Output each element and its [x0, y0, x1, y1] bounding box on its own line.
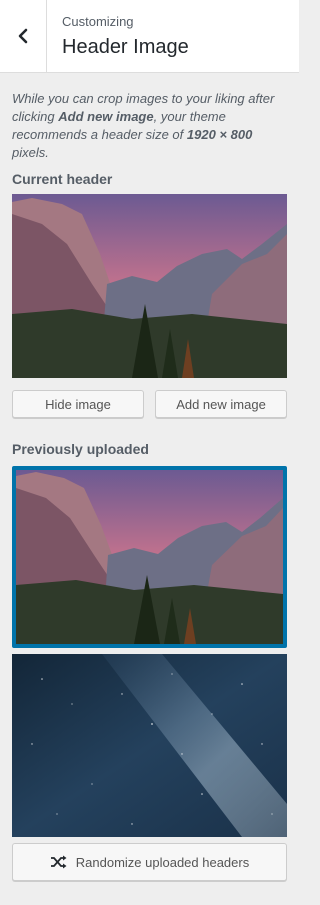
- description-emphasis: Add new image: [58, 109, 154, 124]
- breadcrumb: Customizing: [62, 14, 134, 29]
- recommended-size: 1920 × 800: [186, 127, 253, 142]
- uploaded-header-thumbnail[interactable]: [12, 654, 287, 837]
- description-text: pixels.: [12, 145, 49, 160]
- yosemite-thumbnail-image: [16, 470, 283, 644]
- current-header-image: [12, 194, 287, 378]
- customizer-header: Customizing Header Image: [0, 0, 299, 73]
- shuffle-icon: [50, 855, 68, 869]
- chevron-left-icon: [17, 28, 29, 44]
- uploaded-header-thumbnail-selected[interactable]: [12, 466, 287, 648]
- header-image-description: While you can crop images to your liking…: [12, 90, 282, 162]
- page-title: Header Image: [62, 36, 189, 58]
- previously-uploaded-label: Previously uploaded: [12, 441, 149, 457]
- current-header-label: Current header: [12, 171, 113, 187]
- add-new-image-button[interactable]: Add new image: [155, 390, 287, 418]
- night-sky-thumbnail-image: [12, 654, 287, 837]
- randomize-headers-button[interactable]: Randomize uploaded headers: [12, 843, 287, 881]
- back-button[interactable]: [0, 0, 47, 72]
- hide-image-button[interactable]: Hide image: [12, 390, 144, 418]
- randomize-label: Randomize uploaded headers: [75, 854, 250, 870]
